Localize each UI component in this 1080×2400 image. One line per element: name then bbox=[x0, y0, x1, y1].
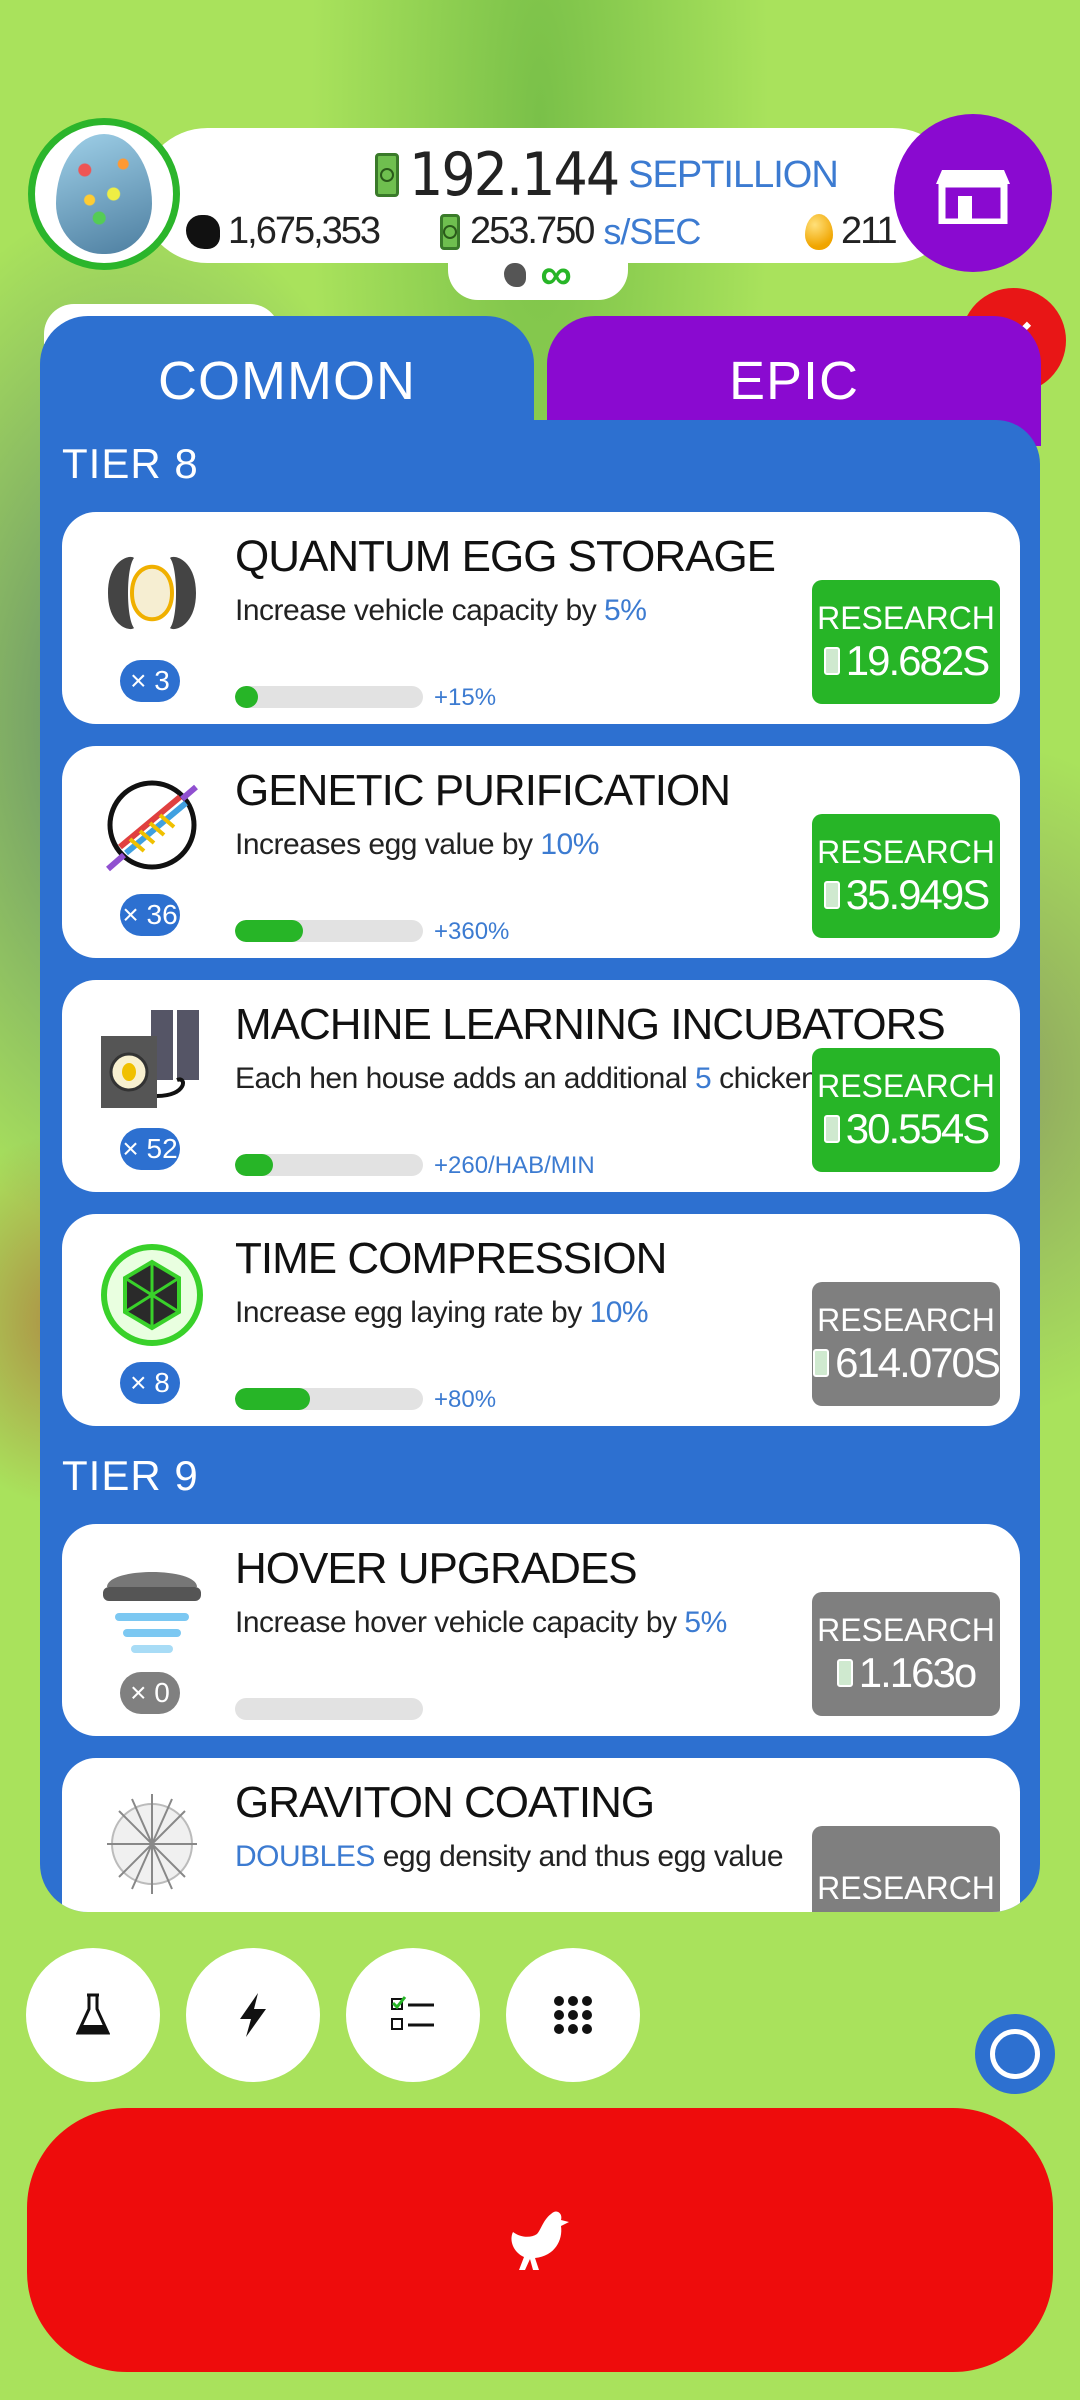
research-button[interactable]: RESEARCH 1.163o bbox=[812, 1592, 1000, 1716]
cash-icon bbox=[440, 213, 460, 250]
tier-heading: TIER 8 bbox=[62, 440, 199, 487]
research-bonus: +15% bbox=[434, 684, 497, 711]
research-description: Increase egg laying rate by 10% bbox=[235, 1296, 649, 1329]
chick-icon bbox=[504, 263, 527, 287]
research-title: GRAVITON COATING bbox=[235, 1778, 655, 1827]
chicken-count: 1,675,353 bbox=[186, 210, 381, 253]
shop-icon bbox=[936, 170, 1010, 224]
research-panel[interactable]: TIER 8 × 3 QUANTUM EGG STORAGE Increase … bbox=[40, 420, 1040, 1912]
research-price: 1.163o bbox=[836, 1649, 977, 1697]
cash-icon bbox=[836, 1658, 853, 1687]
research-button[interactable]: RESEARCH 30.554S bbox=[812, 1048, 1000, 1172]
cash-icon bbox=[823, 1114, 840, 1143]
research-price: 614.070S bbox=[813, 1339, 1001, 1387]
research-level-badge: × 36 bbox=[120, 894, 180, 936]
research-button[interactable]: RESEARCH bbox=[812, 1826, 1000, 1912]
menu-button[interactable] bbox=[506, 1948, 640, 2082]
flask-icon bbox=[76, 1993, 110, 2035]
research-title: QUANTUM EGG STORAGE bbox=[235, 532, 776, 581]
research-card: GRAVITON COATING DOUBLES egg density and… bbox=[62, 1758, 1020, 1912]
research-description: Increases egg value by 10% bbox=[235, 828, 599, 861]
research-bonus: +260/HAB/MIN bbox=[434, 1152, 595, 1179]
research-bonus: +360% bbox=[434, 918, 510, 945]
shop-button[interactable] bbox=[894, 114, 1052, 272]
egg-icon bbox=[56, 134, 152, 254]
time-compression-icon bbox=[92, 1240, 212, 1350]
research-description: Each hen house adds an additional 5 chic… bbox=[235, 1062, 887, 1095]
chicken-count-value: 1,675,353 bbox=[228, 210, 381, 252]
grid-icon bbox=[554, 1996, 592, 2034]
cash-icon bbox=[813, 1348, 830, 1377]
research-bonus: +80% bbox=[434, 1386, 497, 1413]
egg-avatar[interactable] bbox=[28, 118, 180, 270]
money-value: 192.144 bbox=[409, 140, 620, 210]
research-button[interactable]: RESEARCH 35.949S bbox=[812, 814, 1000, 938]
research-card: × 3 QUANTUM EGG STORAGE Increase vehicle… bbox=[62, 512, 1020, 724]
chicken-icon bbox=[186, 214, 220, 249]
camera-toggle-button[interactable] bbox=[975, 2014, 1055, 2094]
golden-egg-icon bbox=[805, 213, 833, 250]
golden-eggs-value: 211 bbox=[841, 210, 898, 252]
research-progress-bar bbox=[235, 1388, 423, 1410]
research-progress-bar bbox=[235, 920, 423, 942]
research-price: 30.554S bbox=[823, 1105, 990, 1153]
research-button-label: RESEARCH bbox=[817, 599, 995, 636]
research-level-badge: × 3 bbox=[120, 660, 180, 702]
research-button[interactable]: RESEARCH 614.070S bbox=[812, 1282, 1001, 1406]
money-unit: SEPTILLION bbox=[628, 153, 839, 196]
dna-icon bbox=[92, 772, 212, 882]
research-title: TIME COMPRESSION bbox=[235, 1234, 667, 1283]
research-level-badge: × 52 bbox=[120, 1128, 180, 1170]
income-rate-unit: s/SEC bbox=[603, 210, 701, 252]
boosts-button[interactable] bbox=[186, 1948, 320, 2082]
tier-heading: TIER 9 bbox=[62, 1452, 199, 1499]
research-button-label: RESEARCH bbox=[817, 1301, 995, 1338]
boost-indicator[interactable]: ∞ bbox=[448, 250, 628, 300]
research-level-badge: × 8 bbox=[120, 1362, 180, 1404]
research-description: Increase vehicle capacity by 5% bbox=[235, 594, 647, 627]
hatch-chicken-button[interactable] bbox=[27, 2108, 1053, 2372]
income-rate: 253.750 s/SEC bbox=[440, 210, 701, 253]
egg-storage-icon bbox=[92, 538, 212, 648]
research-button-label: RESEARCH bbox=[817, 833, 995, 870]
research-card: × 8 TIME COMPRESSION Increase egg laying… bbox=[62, 1214, 1020, 1426]
hover-icon bbox=[92, 1550, 212, 1660]
research-button-label: RESEARCH bbox=[817, 1869, 995, 1906]
research-card: × 52 MACHINE LEARNING INCUBATORS Each he… bbox=[62, 980, 1020, 1192]
golden-eggs: 211 bbox=[805, 210, 898, 253]
research-level-badge: × 0 bbox=[120, 1672, 180, 1714]
research-lab-button[interactable] bbox=[26, 1948, 160, 2082]
cash-icon bbox=[823, 646, 840, 675]
research-description: DOUBLES egg density and thus egg value bbox=[235, 1840, 784, 1873]
checklist-icon bbox=[391, 1996, 434, 2030]
cash-icon bbox=[823, 880, 840, 909]
missions-button[interactable] bbox=[346, 1948, 480, 2082]
research-title: MACHINE LEARNING INCUBATORS bbox=[235, 1000, 946, 1049]
research-card: × 0 HOVER UPGRADES Increase hover vehicl… bbox=[62, 1524, 1020, 1736]
research-button-label: RESEARCH bbox=[817, 1611, 995, 1648]
research-progress-bar bbox=[235, 686, 423, 708]
research-button-label: RESEARCH bbox=[817, 1067, 995, 1104]
money-display: 192.144 SEPTILLION bbox=[375, 140, 839, 210]
research-progress-bar bbox=[235, 1154, 423, 1176]
research-price: 19.682S bbox=[823, 637, 990, 685]
research-title: HOVER UPGRADES bbox=[235, 1544, 638, 1593]
research-description: Increase hover vehicle capacity by 5% bbox=[235, 1606, 727, 1639]
research-card: × 36 GENETIC PURIFICATION Increases egg … bbox=[62, 746, 1020, 958]
cash-icon bbox=[375, 153, 399, 197]
infinity-icon: ∞ bbox=[540, 250, 572, 299]
income-rate-value: 253.750 bbox=[470, 210, 595, 252]
lightning-icon bbox=[240, 1993, 266, 2037]
research-button[interactable]: RESEARCH 19.682S bbox=[812, 580, 1000, 704]
tab-common-label: COMMON bbox=[158, 351, 416, 411]
research-price: 35.949S bbox=[823, 871, 990, 919]
research-title: GENETIC PURIFICATION bbox=[235, 766, 731, 815]
chicken-icon bbox=[511, 2211, 569, 2270]
tab-epic-label: EPIC bbox=[728, 351, 860, 411]
incubator-icon bbox=[92, 1006, 212, 1116]
graviton-icon bbox=[92, 1784, 212, 1894]
research-progress-bar bbox=[235, 1698, 423, 1720]
